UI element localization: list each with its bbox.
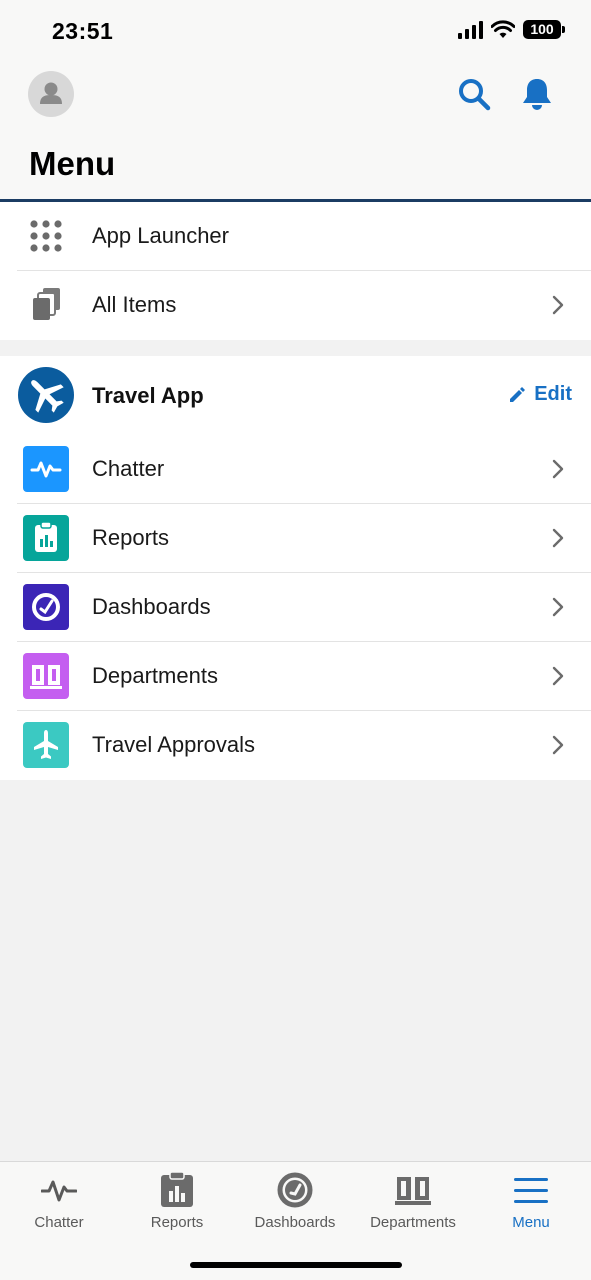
pencil-icon (510, 386, 526, 402)
tab-label: Reports (150, 1214, 204, 1231)
app-item-departments[interactable]: Departments (17, 642, 591, 711)
chevron-right-icon (552, 666, 564, 686)
dashboards-icon (277, 1172, 313, 1208)
screen: 23:51 100 Menu App Launcher All Items Tr… (0, 0, 591, 1280)
app-logo-airplane-icon (18, 367, 74, 423)
chevron-right-icon (552, 459, 564, 479)
menu-item-app-launcher[interactable]: App Launcher (17, 202, 591, 271)
app-name: Travel App (92, 383, 204, 408)
app-section: Travel App Edit Chatter Reports Dashboar… (0, 356, 591, 780)
wifi-icon (491, 20, 515, 38)
menu-item-label: App Launcher (92, 223, 229, 248)
chatter-icon (41, 1180, 77, 1202)
user-icon (40, 82, 62, 104)
home-indicator[interactable] (190, 1262, 402, 1268)
chevron-right-icon (552, 528, 564, 548)
app-item-chatter[interactable]: Chatter (17, 435, 591, 504)
app-item-travel-approvals[interactable]: Travel Approvals (17, 711, 591, 780)
app-item-reports[interactable]: Reports (17, 504, 591, 573)
menu-item-label: All Items (92, 292, 177, 317)
reports-icon (161, 1172, 193, 1207)
app-item-label: Dashboards (92, 594, 211, 619)
app-item-label: Reports (92, 525, 170, 550)
avatar[interactable] (28, 71, 74, 117)
app-item-label: Travel Approvals (92, 732, 256, 757)
chatter-icon (23, 446, 69, 492)
chevron-right-icon (552, 597, 564, 617)
status-icons: 100 (458, 20, 565, 39)
all-items-icon (23, 282, 69, 328)
chevron-right-icon (552, 735, 564, 755)
menu-item-all-items[interactable]: All Items (17, 271, 591, 340)
search-icon[interactable] (456, 76, 492, 112)
edit-button[interactable]: Edit (508, 383, 572, 406)
menu-section: App Launcher All Items (0, 202, 591, 340)
tab-reports[interactable]: Reports (118, 1162, 236, 1242)
chevron-right-icon (552, 295, 564, 315)
header: Menu (0, 62, 591, 202)
tab-label: Departments (370, 1214, 456, 1231)
departments-icon (395, 1177, 431, 1205)
dashboards-icon (23, 584, 69, 630)
tab-chatter[interactable]: Chatter (0, 1162, 118, 1242)
app-header: Travel App Edit (0, 356, 591, 435)
status-bar: 23:51 100 (0, 0, 591, 62)
tab-menu[interactable]: Menu (472, 1162, 590, 1242)
reports-icon (23, 515, 69, 561)
bell-icon[interactable] (519, 76, 555, 112)
tab-dashboards[interactable]: Dashboards (236, 1162, 354, 1242)
tab-label: Chatter (34, 1214, 84, 1231)
edit-label: Edit (534, 383, 572, 405)
tab-label: Menu (512, 1214, 550, 1231)
tab-label: Dashboards (254, 1214, 336, 1231)
status-time: 23:51 (52, 18, 114, 44)
app-item-label: Departments (92, 663, 218, 688)
menu-icon (514, 1178, 548, 1203)
cellular-signal-icon (458, 20, 483, 39)
battery-icon: 100 (523, 20, 565, 39)
airplane-icon (23, 722, 69, 768)
app-item-label: Chatter (92, 456, 165, 481)
tab-departments[interactable]: Departments (354, 1162, 472, 1242)
departments-icon (23, 653, 69, 699)
app-item-dashboards[interactable]: Dashboards (17, 573, 591, 642)
page-title: Menu (29, 145, 116, 182)
app-grid-icon (23, 213, 69, 259)
